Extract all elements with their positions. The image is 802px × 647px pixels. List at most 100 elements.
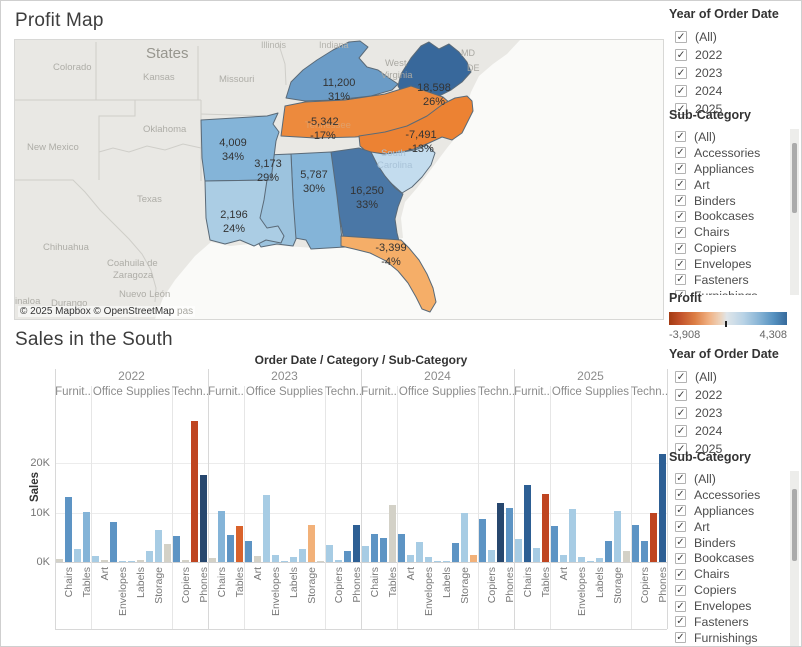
bar-2022-envelopes[interactable]	[119, 561, 126, 562]
bar-2023-bookcases[interactable]	[209, 558, 216, 562]
bar-2022-chairs[interactable]	[65, 497, 72, 562]
bar-2022-bookcases[interactable]	[56, 559, 63, 562]
sc2-option-furnishings[interactable]: ✓Furnishings	[669, 630, 787, 646]
bar-2025-bookcases[interactable]	[515, 539, 522, 562]
bar-2025-furnishings[interactable]	[533, 548, 540, 562]
checkbox-checked-icon[interactable]: ✓	[675, 163, 686, 174]
checkbox-checked-icon[interactable]: ✓	[675, 425, 687, 437]
bar-2023-binders[interactable]	[263, 495, 270, 562]
map-attribution[interactable]: © 2025 Mapbox © OpenStreetMap pas	[18, 306, 195, 317]
bar-2025-binders[interactable]	[569, 509, 576, 562]
bar-2023-appliances[interactable]	[245, 541, 252, 562]
bar-2023-envelopes[interactable]	[272, 555, 279, 562]
bar-2022-appliances[interactable]	[92, 556, 99, 562]
checkbox-checked-icon[interactable]: ✓	[675, 31, 687, 43]
scrollbar-track[interactable]	[790, 129, 799, 295]
bar-2022-labels[interactable]	[137, 560, 144, 562]
yf2-option-2024[interactable]: ✓2024	[669, 422, 799, 440]
checkbox-checked-icon[interactable]: ✓	[675, 195, 686, 206]
bar-2022-fasteners[interactable]	[128, 561, 135, 562]
checkbox-checked-icon[interactable]: ✓	[675, 227, 686, 238]
bar-2022-furnishings[interactable]	[74, 549, 81, 562]
checkbox-checked-icon[interactable]: ✓	[675, 569, 686, 580]
bar-2022-storage[interactable]	[155, 530, 162, 562]
bar-2025-labels[interactable]	[596, 558, 603, 562]
bar-2025-fasteners[interactable]	[587, 561, 594, 562]
bar-2023-storage[interactable]	[308, 525, 315, 562]
sc2-option-accessories[interactable]: ✓Accessories	[669, 487, 787, 503]
checkbox-checked-icon[interactable]: ✓	[675, 274, 686, 285]
bar-2023-chairs[interactable]	[218, 511, 225, 562]
bar-2024-art[interactable]	[407, 555, 414, 562]
sc2-option-copiers[interactable]: ✓Copiers	[669, 582, 787, 598]
bar-2023-furnishings[interactable]	[227, 535, 234, 562]
bar-2024-bookcases[interactable]	[362, 546, 369, 562]
sc2-option-all[interactable]: ✓(All)	[669, 471, 787, 487]
checkbox-checked-icon[interactable]: ✓	[675, 521, 686, 532]
checkbox-checked-icon[interactable]: ✓	[675, 601, 686, 612]
checkbox-checked-icon[interactable]: ✓	[675, 85, 687, 97]
checkbox-checked-icon[interactable]: ✓	[675, 179, 686, 190]
bar-2025-chairs[interactable]	[524, 485, 531, 562]
bar-2025-supplies[interactable]	[623, 551, 630, 562]
bar-2025-tables[interactable]	[542, 494, 549, 562]
bar-2022-phones[interactable]	[200, 475, 207, 562]
bar-2024-binders[interactable]	[416, 542, 423, 562]
bar-2024-machines[interactable]	[497, 503, 504, 562]
sc2-option-binders[interactable]: ✓Binders	[669, 535, 787, 551]
bar-2024-envelopes[interactable]	[425, 557, 432, 562]
scrollbar-track[interactable]	[790, 471, 799, 647]
sc2-option-chairs[interactable]: ✓Chairs	[669, 566, 787, 582]
checkbox-checked-icon[interactable]: ✓	[675, 616, 686, 627]
bar-2023-machines[interactable]	[344, 551, 351, 562]
bar-2025-machines[interactable]	[650, 513, 657, 562]
bar-2022-accessories[interactable]	[173, 536, 180, 562]
yf1-option-2024[interactable]: ✓2024	[669, 82, 799, 100]
yf1-option-all[interactable]: ✓(All)	[669, 28, 799, 46]
bar-2025-art[interactable]	[560, 555, 567, 562]
sc1-option-fasteners[interactable]: ✓Fasteners	[669, 272, 787, 288]
checkbox-checked-icon[interactable]: ✓	[675, 505, 686, 516]
bar-2024-fasteners[interactable]	[434, 561, 441, 562]
bar-2022-paper[interactable]	[146, 551, 153, 562]
bar-2023-art[interactable]	[254, 556, 261, 562]
yf1-option-2023[interactable]: ✓2023	[669, 64, 799, 82]
bar-2022-supplies[interactable]	[164, 544, 171, 562]
bar-2023-supplies[interactable]	[317, 561, 324, 562]
checkbox-checked-icon[interactable]: ✓	[675, 632, 686, 643]
bar-2025-appliances[interactable]	[551, 526, 558, 562]
checkbox-checked-icon[interactable]: ✓	[675, 371, 687, 383]
scrollbar-thumb[interactable]	[792, 489, 797, 561]
bar-2024-paper[interactable]	[452, 543, 459, 562]
checkbox-checked-icon[interactable]: ✓	[675, 67, 687, 79]
sc1-option-envelopes[interactable]: ✓Envelopes	[669, 256, 787, 272]
sc1-option-art[interactable]: ✓Art	[669, 177, 787, 193]
bar-2023-labels[interactable]	[290, 557, 297, 562]
sc1-option-copiers[interactable]: ✓Copiers	[669, 240, 787, 256]
bar-2025-phones[interactable]	[659, 454, 666, 562]
checkbox-checked-icon[interactable]: ✓	[675, 585, 686, 596]
sc1-option-all[interactable]: ✓(All)	[669, 129, 787, 145]
bar-2022-machines[interactable]	[191, 421, 198, 562]
profit-map[interactable]: StatesIllinoisIndianaColoradoKansasMisso…	[14, 39, 664, 320]
sc1-option-binders[interactable]: ✓Binders	[669, 193, 787, 209]
checkbox-checked-icon[interactable]: ✓	[675, 389, 687, 401]
sc2-option-envelopes[interactable]: ✓Envelopes	[669, 598, 787, 614]
bar-2022-copiers[interactable]	[182, 560, 189, 562]
yf1-option-2022[interactable]: ✓2022	[669, 46, 799, 64]
bar-2024-storage[interactable]	[461, 513, 468, 562]
bar-2023-tables[interactable]	[236, 526, 243, 562]
yf2-option-2023[interactable]: ✓2023	[669, 404, 799, 422]
bar-2024-phones[interactable]	[506, 508, 513, 562]
bar-2025-envelopes[interactable]	[578, 557, 585, 562]
sc1-option-accessories[interactable]: ✓Accessories	[669, 145, 787, 161]
bar-2023-copiers[interactable]	[335, 560, 342, 562]
sc2-option-appliances[interactable]: ✓Appliances	[669, 503, 787, 519]
yf2-option-2022[interactable]: ✓2022	[669, 386, 799, 404]
bar-2022-art[interactable]	[101, 560, 108, 562]
checkbox-checked-icon[interactable]: ✓	[675, 407, 687, 419]
bar-2025-storage[interactable]	[614, 511, 621, 562]
sc1-option-bookcases[interactable]: ✓Bookcases	[669, 208, 787, 224]
bar-2024-supplies[interactable]	[470, 555, 477, 562]
checkbox-checked-icon[interactable]: ✓	[675, 49, 687, 61]
